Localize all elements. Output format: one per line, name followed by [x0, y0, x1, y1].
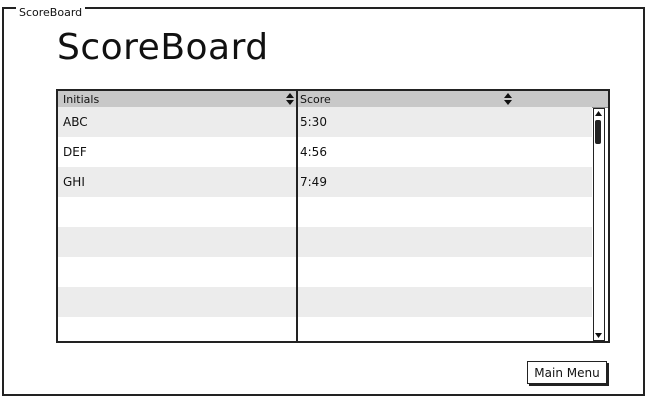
table-body: ABC 5:30 DEF 4:56 GHI 7:49	[58, 107, 592, 341]
vertical-scrollbar[interactable]	[593, 108, 605, 341]
table-row[interactable]	[58, 287, 592, 317]
cell-initials: DEF	[63, 145, 87, 159]
column-header-initials[interactable]: Initials	[63, 91, 99, 107]
window-title: ScoreBoard	[16, 7, 86, 19]
table-row[interactable]: DEF 4:56	[58, 137, 592, 167]
sort-icon[interactable]	[504, 93, 512, 105]
cell-initials: ABC	[63, 115, 88, 129]
table-row[interactable]	[58, 257, 592, 287]
scroll-thumb[interactable]	[595, 120, 601, 144]
cell-initials: GHI	[63, 175, 85, 189]
arrow-up-icon[interactable]	[594, 109, 603, 119]
table-header: Initials Score	[58, 91, 608, 108]
arrow-down-icon[interactable]	[594, 330, 603, 340]
sort-icon[interactable]	[286, 93, 294, 105]
table-row[interactable]: GHI 7:49	[58, 167, 592, 197]
column-header-score[interactable]: Score	[300, 91, 331, 107]
cell-score: 5:30	[300, 115, 327, 129]
cell-score: 4:56	[300, 145, 327, 159]
table-row[interactable]	[58, 227, 592, 257]
table-row[interactable]	[58, 197, 592, 227]
scores-table: Initials Score ABC 5:30 DEF 4:56 GHI 7:4…	[56, 89, 610, 343]
main-menu-button[interactable]: Main Menu	[527, 361, 607, 384]
table-row[interactable]	[58, 317, 592, 341]
page-title: ScoreBoard	[57, 27, 269, 68]
column-divider	[296, 91, 298, 341]
cell-score: 7:49	[300, 175, 327, 189]
table-row[interactable]: ABC 5:30	[58, 107, 592, 137]
